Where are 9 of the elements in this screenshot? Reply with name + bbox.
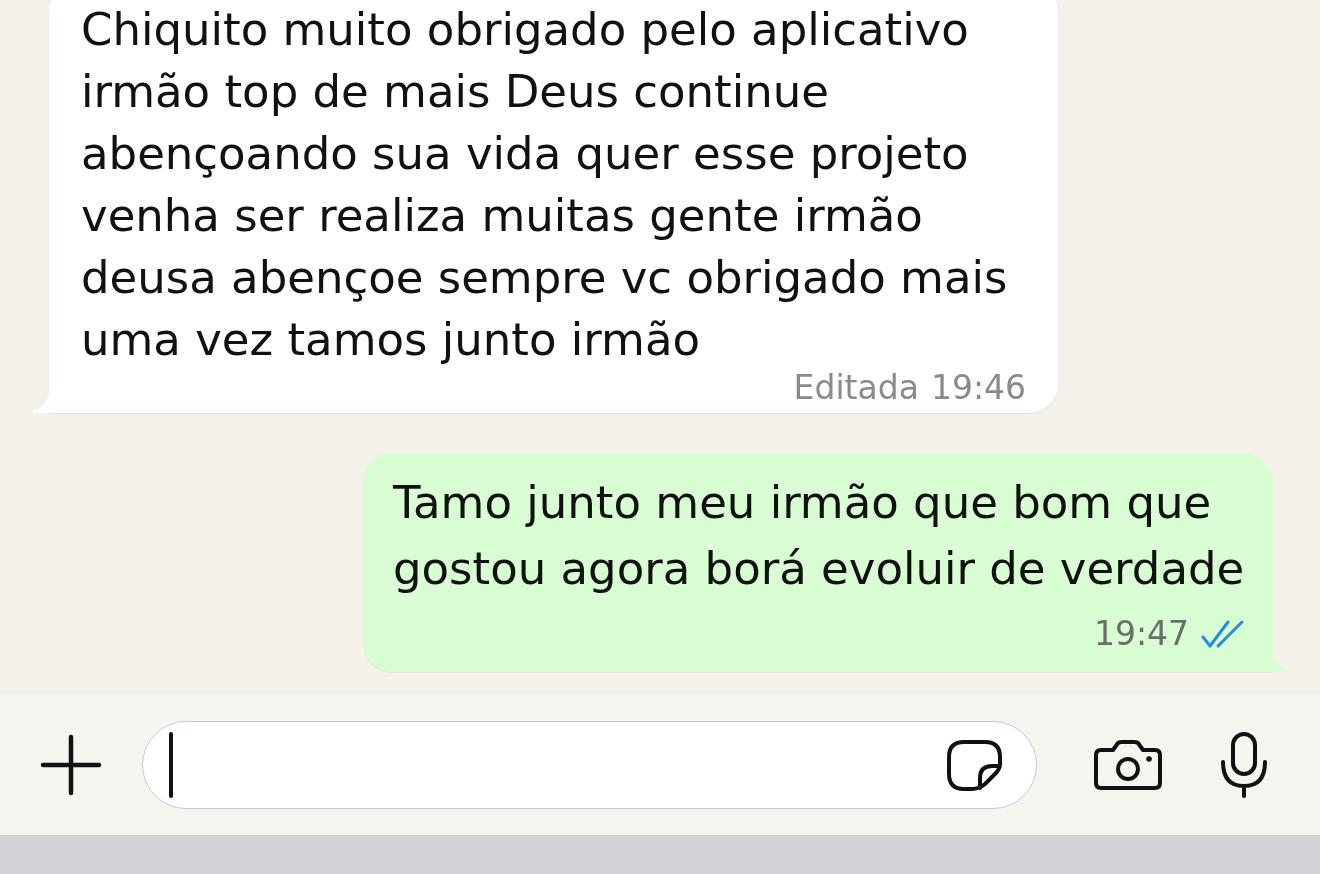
edited-label: Editada (793, 371, 919, 405)
message-text: Tamo junto meu irmão que bom que gostou agora borá evoluir de verdade (393, 475, 1246, 597)
message-time: 19:46 (930, 371, 1026, 405)
plus-icon[interactable] (40, 734, 102, 796)
message-time: 19:47 (1093, 614, 1189, 654)
microphone-icon[interactable] (1220, 732, 1268, 798)
message-text: Chiquito muito obrigado pelo aplicativo irmão top de mais Deus continue abençoando sua vida quer esse projeto venha ser realiza muitas gente irmão deusa abençoe sempre vc obrigado mais uma vez tamos junto irmão (81, 2, 1009, 368)
camera-icon[interactable] (1093, 739, 1163, 791)
sticker-icon[interactable] (947, 739, 1002, 791)
